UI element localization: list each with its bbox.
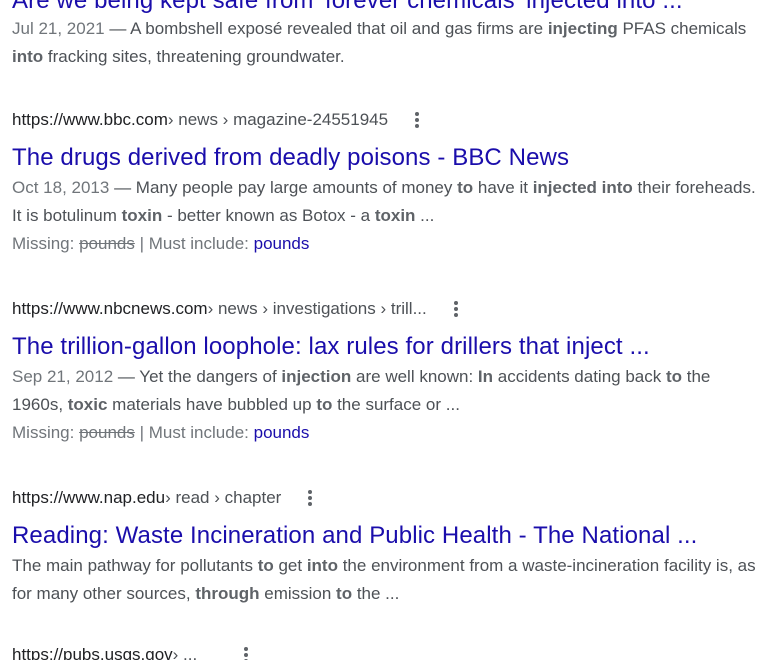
- missing-label: Missing:: [12, 423, 80, 442]
- snippet-highlight: toxin: [374, 206, 416, 225]
- snippet-highlight: In: [477, 367, 494, 386]
- result-snippet: The main pathway for pollutants to get i…: [12, 552, 764, 608]
- snippet-text: get: [273, 556, 307, 575]
- result-date: Jul 21, 2021: [12, 19, 105, 38]
- snippet-text: are well known:: [351, 367, 478, 386]
- snippet-highlight: injection: [281, 367, 352, 386]
- result-url-path: › read › chapter: [165, 488, 282, 507]
- snippet-text: have it: [473, 178, 533, 197]
- snippet-highlight: through: [195, 584, 260, 603]
- snippet-text: - better known as Botox - a: [162, 206, 375, 225]
- result-breadcrumb: https://www.nap.edu › read › chapter: [12, 486, 764, 510]
- snippet-text: the ...: [352, 584, 400, 603]
- result-url-host[interactable]: https://www.nap.edu: [12, 488, 165, 508]
- result-url-path: › ...: [172, 645, 198, 660]
- missing-term: pounds: [79, 423, 135, 442]
- search-result: Are we being kept safe from 'forever che…: [12, 0, 764, 71]
- must-include-label: | Must include:: [134, 234, 254, 253]
- snippet-text: The main pathway for pollutants: [12, 556, 258, 575]
- missing-terms: Missing: pounds | Must include: pounds: [12, 419, 764, 446]
- more-options-icon[interactable]: [447, 301, 465, 317]
- search-result: https://www.nbcnews.com › news › investi…: [12, 297, 764, 446]
- result-breadcrumb: https://www.nbcnews.com › news › investi…: [12, 297, 764, 321]
- snippet-highlight: toxic: [67, 395, 108, 414]
- snippet-text: fracking sites, threatening groundwater.: [43, 47, 345, 66]
- missing-terms: Missing: pounds | Must include: pounds: [12, 230, 764, 257]
- result-title-link[interactable]: Reading: Waste Incineration and Public H…: [12, 521, 764, 551]
- snippet-highlight: to: [257, 556, 274, 575]
- snippet-text: ...: [415, 206, 435, 225]
- result-snippet: Oct 18, 2013 — Many people pay large amo…: [12, 174, 764, 230]
- more-options-icon[interactable]: [301, 490, 319, 506]
- missing-term: pounds: [79, 234, 135, 253]
- search-result: https://www.nap.edu › read › chapter Rea…: [12, 486, 764, 608]
- search-result: https://pubs.usgs.gov › ...: [12, 643, 764, 660]
- result-title-link[interactable]: The drugs derived from deadly poisons - …: [12, 143, 764, 173]
- more-options-icon[interactable]: [408, 112, 426, 128]
- result-date: Sep 21, 2012: [12, 367, 114, 386]
- snippet-highlight: to: [336, 584, 353, 603]
- result-snippet: Jul 21, 2021 — A bombshell exposé reveal…: [12, 15, 764, 71]
- result-title-link[interactable]: The trillion-gallon loophole: lax rules …: [12, 332, 764, 362]
- snippet-highlight: injecting: [547, 19, 618, 38]
- snippet-text: materials have bubbled up: [107, 395, 317, 414]
- missing-label: Missing:: [12, 234, 80, 253]
- result-url-host[interactable]: https://www.bbc.com: [12, 110, 168, 130]
- result-title-link[interactable]: Are we being kept safe from 'forever che…: [12, 0, 764, 16]
- snippet-text: — Many people pay large amounts of money: [109, 178, 458, 197]
- snippet-text: accidents dating back: [493, 367, 666, 386]
- search-result: https://www.bbc.com › news › magazine-24…: [12, 108, 764, 257]
- snippet-highlight: into: [306, 556, 338, 575]
- result-breadcrumb: https://pubs.usgs.gov › ...: [12, 643, 764, 660]
- snippet-highlight: to: [457, 178, 474, 197]
- result-url-path: › news › magazine-24551945: [167, 110, 389, 129]
- result-url-host[interactable]: https://www.nbcnews.com: [12, 299, 208, 319]
- result-url-path: › news › investigations › trill...: [207, 299, 427, 318]
- snippet-highlight: to: [316, 395, 333, 414]
- snippet-text: — A bombshell exposé revealed that oil a…: [104, 19, 548, 38]
- must-include-label: | Must include:: [134, 423, 254, 442]
- snippet-highlight: to: [665, 367, 683, 386]
- must-include-link[interactable]: pounds: [254, 423, 310, 442]
- snippet-text: — Yet the dangers of: [113, 367, 282, 386]
- result-breadcrumb: https://www.bbc.com › news › magazine-24…: [12, 108, 764, 132]
- result-snippet: Sep 21, 2012 — Yet the dangers of inject…: [12, 363, 764, 419]
- result-url-host[interactable]: https://pubs.usgs.gov: [12, 645, 173, 660]
- snippet-text: PFAS chemicals: [617, 19, 747, 38]
- result-date: Oct 18, 2013: [12, 178, 110, 197]
- snippet-highlight: toxin: [121, 206, 163, 225]
- snippet-text: the surface or ...: [332, 395, 460, 414]
- must-include-link[interactable]: pounds: [254, 234, 310, 253]
- snippet-highlight: into: [12, 47, 44, 66]
- more-options-icon[interactable]: [237, 647, 255, 660]
- snippet-highlight: injected into: [532, 178, 633, 197]
- snippet-text: emission: [259, 584, 337, 603]
